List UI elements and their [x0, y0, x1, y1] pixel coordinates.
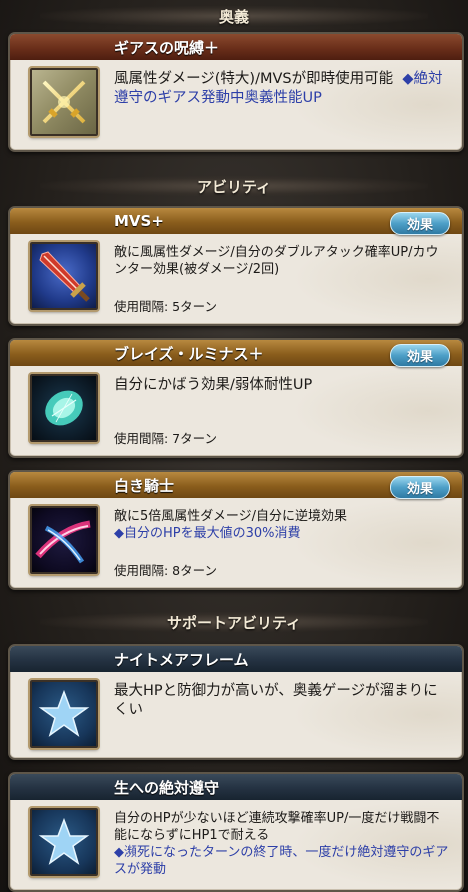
- crossed-swords-icon: [30, 68, 98, 136]
- support-name-bar: 生への絶対遵守: [10, 774, 462, 800]
- ability-name: MVS+: [114, 212, 164, 230]
- ability-cooldown: 使用間隔: 8ターン: [114, 563, 218, 578]
- effect-button[interactable]: 効果: [390, 344, 450, 367]
- section-header-support: サポートアビリティ: [0, 606, 468, 638]
- ability-cooldown: 使用間隔: 5ターン: [114, 299, 218, 314]
- ougi-card[interactable]: ギアスの呪縛＋ 風属性ダメージ(特大)/MVSが即時使用可能 ◆絶対遵守のギアス…: [8, 32, 464, 152]
- support-description: 最大HPと防御力が高いが、奥義ゲージが溜まりにくい: [114, 683, 438, 718]
- ability-card-white-knight[interactable]: 白き騎士 効果 敵に5倍風属性ダメージ/自分に逆境効果 ◆自分のHPを最大値の3…: [8, 470, 464, 590]
- ougi-name: ギアスの呪縛＋: [114, 38, 220, 57]
- support-card-nightmare-frame[interactable]: ナイトメアフレーム 最大HPと防御力が高いが、奥義ゲージが溜まりにくい: [8, 644, 464, 760]
- star-icon: [30, 680, 98, 748]
- section-header-ability: アビリティ: [0, 170, 468, 202]
- effect-button[interactable]: 効果: [390, 212, 450, 235]
- effect-button[interactable]: 効果: [390, 476, 450, 499]
- ability-description: 敵に5倍風属性ダメージ/自分に逆境効果 ◆自分のHPを最大値の30%消費: [114, 509, 348, 541]
- star-icon: [30, 808, 98, 876]
- support-name-bar: ナイトメアフレーム: [10, 646, 462, 672]
- ability-description: 敵に風属性ダメージ/自分のダブルアタック確率UP/カウンター効果(被ダメージ/2…: [114, 245, 439, 277]
- energy-shield-icon: [30, 374, 98, 442]
- ability-card-blaze-luminous[interactable]: ブレイズ・ルミナス＋ 効果 自分にかばう効果/弱体耐性UP 使用間隔: 7ターン: [8, 338, 464, 458]
- slash-icon: [30, 506, 98, 574]
- ability-name: 白き騎士: [114, 476, 175, 495]
- sword-icon: [30, 242, 98, 310]
- ougi-description: 風属性ダメージ(特大)/MVSが即時使用可能 ◆絶対遵守のギアス発動中奥義性能U…: [114, 71, 443, 106]
- support-name: ナイトメアフレーム: [114, 650, 249, 669]
- ability-description: 自分にかばう効果/弱体耐性UP: [114, 377, 313, 393]
- support-description: 自分のHPが少ないほど連続攻撃確率UP/一度だけ戦闘不能にならずにHP1で耐える…: [114, 811, 449, 877]
- ability-cooldown: 使用間隔: 7ターン: [114, 431, 218, 446]
- ougi-name-bar: ギアスの呪縛＋: [10, 34, 462, 60]
- support-name: 生への絶対遵守: [114, 778, 220, 797]
- ability-name: ブレイズ・ルミナス＋: [114, 344, 264, 363]
- section-header-ougi: 奥義: [0, 0, 468, 32]
- ability-card-mvs[interactable]: MVS+ 効果 敵に風属性ダメージ/自分のダブルアタック確率UP/カウンター効果…: [8, 206, 464, 326]
- support-card-absolute-obedience[interactable]: 生への絶対遵守 自分のHPが少ないほど連続攻撃確率UP/一度だけ戦闘不能にならず…: [8, 772, 464, 892]
